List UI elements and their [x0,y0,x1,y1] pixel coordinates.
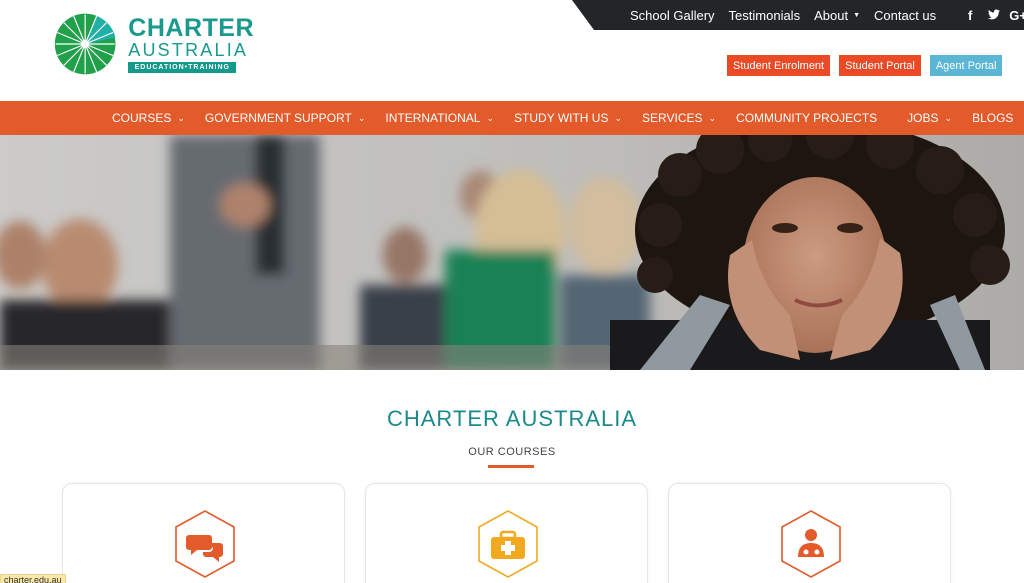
course-card[interactable] [365,483,648,583]
student-portal-button[interactable]: Student Portal [838,54,922,77]
logo-title: CHARTER [128,14,254,42]
nav-item-blogs[interactable]: BLOGS [972,111,1013,125]
top-links: School Gallery Testimonials About ▼ Cont… [630,0,1024,30]
site-header: CHARTER AUSTRALIA EDUCATION•TRAINING Sch… [0,0,1024,101]
nav-item-label: COURSES [112,111,172,125]
contact-us-link[interactable]: Contact us [874,8,936,23]
testimonials-link[interactable]: Testimonials [729,8,801,23]
nav-items: COURSES ⌄ GOVERNMENT SUPPORT ⌄ INTERNATION… [112,101,1013,135]
logo-star-icon [54,13,116,75]
chevron-down-icon: ⌄ [357,112,366,123]
section-underline-divider [488,465,534,468]
facebook-icon[interactable]: f [958,8,982,23]
chevron-down-icon: ⌄ [177,112,185,123]
main-nav: COURSES ⌄ GOVERNMENT SUPPORT ⌄ INTERNATION… [0,101,1024,135]
agent-portal-button[interactable]: Agent Portal [928,54,1004,77]
school-gallery-link[interactable]: School Gallery [630,8,715,23]
status-bar-url: charter.edu.au [0,574,66,583]
nav-item-international[interactable]: INTERNATIONAL ⌄ [385,111,494,125]
nav-item-label: SERVICES [642,111,703,125]
chevron-down-icon: ⌄ [708,112,717,123]
logo-subtitle: AUSTRALIA [128,40,249,60]
nav-item-label: GOVERNMENT SUPPORT [204,111,352,125]
chat-bubbles-icon [175,510,235,578]
about-link[interactable]: About ▼ [814,8,860,23]
google-plus-icon[interactable]: G+ [1006,8,1024,23]
nav-item-jobs[interactable]: JOBS ⌄ [907,111,952,125]
section-subtitle: OUR COURSES [468,446,556,458]
social-links: f G+ [958,8,1024,23]
classroom-students-photo [0,135,1024,370]
chevron-down-icon: ⌄ [944,112,953,123]
course-card[interactable] [668,483,951,583]
first-aid-kit-icon [478,510,538,578]
chevron-down-icon: ⌄ [614,112,623,123]
nav-item-study-with-us[interactable]: STUDY WITH US ⌄ [514,111,622,125]
nav-item-label: COMMUNITY PROJECTS [736,111,878,125]
site-logo[interactable]: CHARTER AUSTRALIA EDUCATION•TRAINING [54,6,254,82]
logo-tagline: EDUCATION•TRAINING [128,62,237,73]
chevron-down-icon: ⌄ [486,112,495,123]
about-link-label: About [814,7,849,23]
page: CHARTER AUSTRALIA EDUCATION•TRAINING Sch… [0,0,1024,583]
nav-item-government-support[interactable]: GOVERNMENT SUPPORT ⌄ [205,111,365,125]
nav-item-community-projects[interactable]: COMMUNITY PROJECTS [736,111,877,125]
nav-item-services[interactable]: SERVICES ⌄ [642,111,716,125]
nav-item-label: BLOGS [972,111,1014,125]
twitter-bird-icon [988,9,1001,19]
caret-down-icon: ▼ [853,11,860,19]
portal-buttons: Student Enrolment Student Portal Agent P… [726,54,1004,77]
twitter-icon[interactable] [982,8,1006,23]
nav-item-label: INTERNATIONAL [385,111,481,125]
course-card[interactable] [62,483,345,583]
student-enrolment-button[interactable]: Student Enrolment [726,54,832,77]
nav-item-label: JOBS [907,111,939,125]
hero-banner-image [0,135,1024,370]
top-utility-bar: School Gallery Testimonials About ▼ Cont… [572,0,1024,30]
nav-item-label: STUDY WITH US [514,111,609,125]
doctor-icon [781,510,841,578]
section-title: CHARTER AUSTRALIA [386,406,638,431]
logo-wordmark: CHARTER AUSTRALIA EDUCATION•TRAINING [128,16,254,73]
nav-item-courses[interactable]: COURSES ⌄ [112,111,185,125]
